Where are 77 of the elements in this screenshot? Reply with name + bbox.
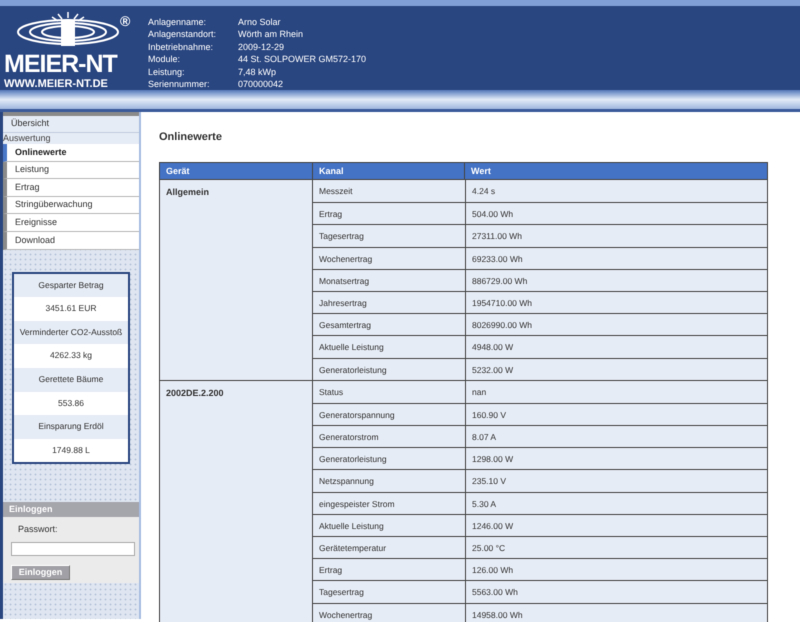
page-title: Onlinewerte (159, 130, 223, 143)
table-cell-text: Gerätetemperatur (318, 542, 388, 555)
info-value: 070000042 (238, 78, 284, 90)
table-cell: 886729.00 Wh (465, 270, 767, 292)
table-cell-text: Ertrag (318, 208, 344, 222)
info-label: Anlagenname: (148, 16, 208, 28)
table-cell: 27311.00 Wh (465, 225, 767, 248)
table-cell-text: Aktuelle Leistung (318, 341, 385, 354)
nav-item[interactable]: Stringüberwachung (3, 196, 139, 214)
table-cell: 1954710.00 Wh (465, 292, 767, 314)
nav-item[interactable]: Onlinewerte (3, 144, 139, 162)
table-cell-text: Netzspannung (318, 475, 375, 488)
table-cell-text: Monatsertrag (318, 274, 370, 288)
nav-item[interactable]: Download (3, 232, 139, 250)
table-cell: 235.10 V (465, 470, 767, 492)
nav-item[interactable]: Ereignisse (3, 214, 139, 232)
savings-label: Einsparung Erdöl (14, 415, 128, 439)
info-value: Arno Solar (238, 16, 282, 28)
table-cell-text: Generatorleistung (318, 364, 388, 377)
table-cell-text: Wochenertrag (318, 252, 374, 266)
info-label: Seriennummer: (148, 78, 211, 90)
table-cell-text: Status (318, 386, 344, 399)
info-value: 2009-12-29 (238, 40, 286, 54)
column-header: Wert (464, 163, 767, 179)
info-label: Module: (148, 53, 182, 66)
savings-label: Gesparter Betrag (14, 274, 128, 298)
table-cell-text: Generatorstrom (318, 431, 380, 444)
table-cell-text: Wochenertrag (318, 608, 374, 622)
table-cell-text: Ertrag (318, 564, 344, 578)
registered-mark: ® (120, 14, 130, 28)
table-cell: 1298.00 W (465, 448, 767, 470)
logo-wordmark: MEIER-NT (4, 52, 117, 77)
logo-url: WWW.MEIER-NT.DE (4, 79, 108, 90)
device-cell-text: Allgemein (165, 186, 210, 199)
nav-section-label: Auswertung (3, 133, 139, 144)
table-cell-text: Jahresertrag (318, 296, 368, 310)
table-cell: 4.24 s (465, 180, 767, 202)
table-cell: 14958.00 Wh (465, 604, 767, 622)
table-cell: 8026990.00 Wh (465, 314, 767, 336)
info-value: 7,48 kWp (238, 66, 278, 78)
savings-label: Gerettete Bäume (14, 368, 128, 392)
table-cell: 8.07 A (465, 426, 767, 448)
info-value: 44 St. SOLPOWER GM572-170 (238, 53, 366, 66)
password-label: Passwort: (17, 523, 59, 536)
table-cell: 5.30 A (465, 492, 767, 515)
savings-label: Verminderter CO2-Ausstoß (14, 320, 128, 344)
table-cell-text: Tagesertrag (318, 230, 365, 244)
login-title: Einloggen (3, 502, 139, 518)
logo-rings-icon (16, 12, 120, 48)
info-label: Leistung: (148, 66, 186, 78)
column-header: Gerät (165, 165, 191, 178)
info-label: Inbetriebnahme: (148, 40, 214, 54)
table-cell: 25.00 °C (465, 537, 767, 559)
table-cell-text: Tagesertrag (318, 586, 365, 600)
table-cell-text: eingespeister Strom (318, 498, 396, 511)
nav-item[interactable]: Ertrag (3, 179, 139, 197)
device-cell-text: 2002DE.2.200 (165, 386, 225, 400)
table-cell: 69233.00 Wh (465, 248, 767, 270)
table-cell-text: Generatorleistung (318, 453, 388, 466)
table-cell-text: Messzeit (318, 185, 354, 198)
table-cell: 504.00 Wh (465, 203, 767, 226)
table-cell: 1246.00 W (465, 514, 767, 537)
password-field[interactable] (11, 542, 135, 556)
nav-item[interactable]: Leistung (3, 162, 139, 180)
table-cell-text: Aktuelle Leistung (318, 520, 385, 533)
table-cell: 126.00 Wh (465, 559, 767, 582)
info-value: Wörth am Rhein (238, 28, 304, 41)
table-cell: nan (465, 380, 767, 403)
nav-item[interactable]: Übersicht (3, 116, 139, 133)
info-label: Anlagenstandort: (148, 28, 218, 41)
table-cell: 160.90 V (465, 404, 767, 426)
column-header: Kanal (312, 163, 464, 179)
table-cell-text: Generatorspannung (318, 408, 396, 422)
table-cell-text: Gesamtertrag (318, 319, 372, 332)
table-cell: 5232.00 W (465, 358, 767, 380)
table-cell: 5563.00 Wh (465, 581, 767, 604)
table-cell: 4948.00 W (465, 336, 767, 358)
